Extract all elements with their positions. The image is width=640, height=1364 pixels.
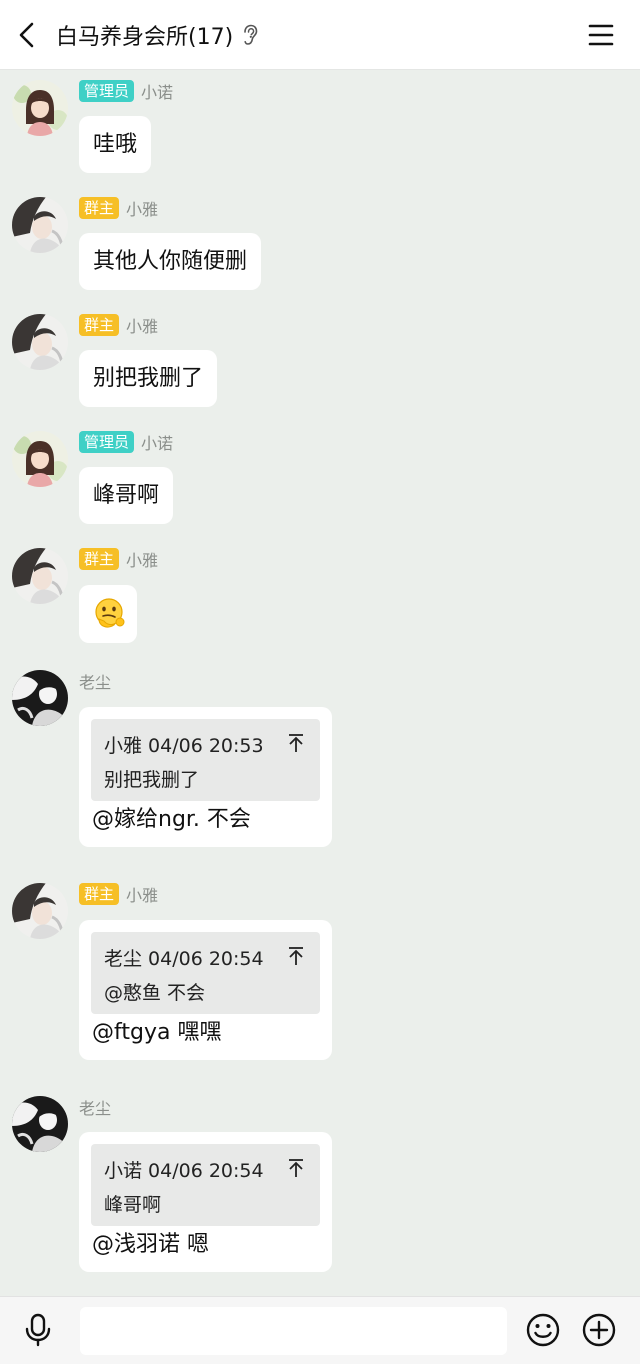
sender-meta: 管理员 小诺 xyxy=(79,431,173,453)
back-button[interactable] xyxy=(12,20,42,50)
pin-top-icon[interactable] xyxy=(287,1158,305,1178)
title-area[interactable]: 白马养身会所(17) xyxy=(56,19,259,51)
sender-meta: 老尘 xyxy=(79,1096,111,1118)
message-item: 群主 小雅 其他人你随便删 xyxy=(0,197,640,290)
quoted-message[interactable]: 老尘 04/06 20:54 @憨鱼 不会 xyxy=(91,932,320,1014)
sender-name: 小诺 xyxy=(141,83,174,102)
back-icon xyxy=(19,22,34,48)
input-bar xyxy=(0,1296,640,1364)
chat-header: 白马养身会所(17) xyxy=(0,0,640,70)
message-bubble[interactable]: 其他人你随便删 xyxy=(79,233,262,290)
quote-header: 小诺 04/06 20:54 xyxy=(104,1160,264,1182)
quoted-message[interactable]: 小诺 04/06 20:54 峰哥啊 xyxy=(91,1144,320,1226)
role-badge: 群主 xyxy=(79,548,120,570)
menu-icon xyxy=(588,24,614,46)
reply-bubble[interactable]: 老尘 04/06 20:54 @憨鱼 不会 @ftgya 嘿嘿 xyxy=(79,920,332,1060)
sender-name: 小诺 xyxy=(141,434,174,453)
sender-meta: 管理员 小诺 xyxy=(79,80,173,102)
reply-bubble[interactable]: 小雅 04/06 20:53 别把我删了 @嫁给ngr. 不会 xyxy=(79,707,332,847)
message-item: 群主 小雅 老尘 04/06 20:54 @憨鱼 不会 @ftgya 嘿嘿 xyxy=(0,883,640,1073)
reply-text: @ftgya 嘿嘿 xyxy=(92,1020,222,1045)
avatar[interactable] xyxy=(12,197,68,253)
quote-body: 别把我删了 xyxy=(104,769,200,791)
microphone-icon xyxy=(25,1313,51,1347)
message-item: 管理员 小诺 哇哦 xyxy=(0,80,640,173)
message-item: 群主 小雅 xyxy=(0,548,640,644)
sender-meta: 群主 小雅 xyxy=(79,314,158,336)
sender-meta: 群主 小雅 xyxy=(79,548,158,570)
menu-button[interactable] xyxy=(586,21,616,49)
role-badge: 管理员 xyxy=(79,431,135,453)
emoji-icon xyxy=(526,1313,560,1347)
role-badge: 群主 xyxy=(79,197,120,219)
message-item: 管理员 小诺 峰哥啊 xyxy=(0,431,640,524)
page-title: 白马养身会所(17) xyxy=(56,25,234,50)
avatar[interactable] xyxy=(12,883,68,939)
sender-meta: 老尘 xyxy=(79,670,111,692)
message-list[interactable]: 管理员 小诺 哇哦 群主 小雅 其他人你随便删 群主 小雅 别把我删了 管理员 xyxy=(0,70,640,1296)
quote-body: @憨鱼 不会 xyxy=(104,982,206,1004)
reply-text: @嫁给ngr. 不会 xyxy=(92,807,251,832)
quote-header: 小雅 04/06 20:53 xyxy=(104,735,264,757)
message-bubble[interactable]: 峰哥啊 xyxy=(79,467,174,524)
quote-header: 老尘 04/06 20:54 xyxy=(104,948,264,970)
message-item: 老尘 小雅 04/06 20:53 别把我删了 @嫁给ngr. 不会 xyxy=(0,670,640,860)
plus-icon xyxy=(582,1313,616,1347)
avatar[interactable] xyxy=(12,80,68,136)
role-badge: 群主 xyxy=(79,883,120,905)
avatar[interactable] xyxy=(12,548,68,604)
reply-text: @浅羽诺 嗯 xyxy=(92,1232,209,1257)
reply-bubble[interactable]: 小诺 04/06 20:54 峰哥啊 @浅羽诺 嗯 xyxy=(79,1132,332,1272)
pin-top-icon[interactable] xyxy=(287,946,305,966)
message-bubble[interactable]: 哇哦 xyxy=(79,116,152,173)
sender-name: 小雅 xyxy=(126,551,159,570)
ear-icon xyxy=(244,24,258,45)
quote-body: 峰哥啊 xyxy=(104,1194,162,1216)
voice-button[interactable] xyxy=(22,1313,54,1347)
message-item: 群主 小雅 别把我删了 xyxy=(0,314,640,407)
more-button[interactable] xyxy=(581,1312,617,1348)
sender-name: 小雅 xyxy=(126,200,159,219)
thinking-sticker-icon xyxy=(95,598,125,628)
sender-meta: 群主 小雅 xyxy=(79,883,158,905)
role-badge: 群主 xyxy=(79,314,120,336)
avatar[interactable] xyxy=(12,670,68,726)
sticker-bubble[interactable] xyxy=(79,585,137,643)
quoted-message[interactable]: 小雅 04/06 20:53 别把我删了 xyxy=(91,719,320,801)
sender-name: 老尘 xyxy=(79,673,112,692)
message-item: 老尘 小诺 04/06 20:54 峰哥啊 @浅羽诺 嗯 xyxy=(0,1096,640,1286)
role-badge: 管理员 xyxy=(79,80,135,102)
avatar[interactable] xyxy=(12,1096,68,1152)
avatar[interactable] xyxy=(12,314,68,370)
message-input[interactable] xyxy=(80,1307,507,1355)
sender-name: 小雅 xyxy=(126,886,159,905)
sender-meta: 群主 小雅 xyxy=(79,197,158,219)
sender-name: 小雅 xyxy=(126,317,159,336)
emoji-button[interactable] xyxy=(525,1312,561,1348)
pin-top-icon[interactable] xyxy=(287,733,305,753)
message-bubble[interactable]: 别把我删了 xyxy=(79,350,218,407)
avatar[interactable] xyxy=(12,431,68,487)
sender-name: 老尘 xyxy=(79,1099,112,1118)
